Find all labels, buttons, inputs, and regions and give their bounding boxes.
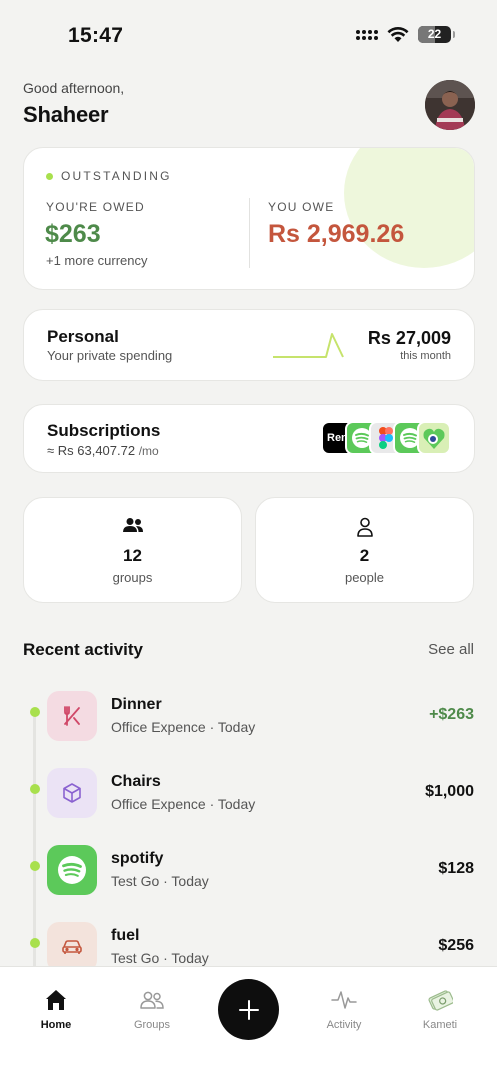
status-dot	[46, 173, 53, 180]
home-icon	[16, 987, 96, 1013]
subscriptions-card[interactable]: Subscriptions ≈ Rs 63,407.72 /mo Ren	[23, 404, 475, 473]
person-icon	[256, 517, 473, 537]
see-all-link[interactable]: See all	[428, 641, 474, 658]
activity-pulse-icon	[304, 987, 384, 1013]
balance-card[interactable]: OUTSTANDING YOU'RE OWED $263 +1 more cur…	[23, 147, 475, 290]
groups-stat-card[interactable]: 12 groups	[23, 497, 242, 603]
nav-kameti-label: Kameti	[422, 1019, 458, 1031]
sparkline-chart	[273, 333, 344, 358]
greeting: Good afternoon,	[23, 80, 125, 96]
activity-amount: +$263	[429, 706, 474, 723]
personal-period: this month	[400, 350, 451, 362]
people-label: people	[344, 570, 385, 585]
owe-value: Rs 2,969.26	[268, 220, 405, 248]
avatar[interactable]	[425, 80, 475, 130]
activity-amount: $1,000	[425, 783, 474, 800]
subscriptions-title: Subscriptions	[47, 421, 161, 440]
owed-more-currency[interactable]: +1 more currency	[46, 253, 148, 268]
people-stat-card[interactable]: 2 people	[255, 497, 474, 603]
battery-icon: 22	[418, 26, 455, 43]
nav-groups-label: Groups	[133, 1019, 171, 1031]
groups-count: 12	[123, 546, 142, 565]
status-time: 15:47	[68, 24, 124, 47]
owe-label: YOU OWE	[268, 200, 335, 214]
subscriptions-amount: ≈ Rs 63,407.72 /mo	[47, 443, 159, 458]
outstanding-label: OUTSTANDING	[61, 169, 172, 183]
status-bar: 15:47 22	[0, 0, 497, 70]
nav-groups[interactable]: Groups	[112, 987, 192, 1031]
cube-icon	[47, 768, 97, 818]
timeline-dot	[30, 784, 40, 794]
activity-amount: $128	[438, 860, 474, 877]
nav-home-label: Home	[40, 1019, 72, 1031]
subscriptions-period: /mo	[138, 444, 159, 458]
groups-icon	[112, 987, 192, 1013]
owed-label: YOU'RE OWED	[46, 200, 145, 214]
recent-activity-title: Recent activity	[23, 640, 143, 659]
add-button[interactable]	[218, 979, 279, 1040]
nav-activity-label: Activity	[326, 1019, 362, 1031]
activity-meta: Test Go · Today	[111, 873, 209, 889]
groups-label: groups	[112, 570, 153, 585]
money-icon	[400, 987, 480, 1013]
cellular-signal-icon	[356, 29, 378, 40]
owed-value: $263	[45, 220, 101, 248]
activity-name: Dinner	[111, 696, 162, 713]
timeline-dot	[30, 707, 40, 717]
timeline-dot	[30, 861, 40, 871]
subscription-icons: Ren	[321, 421, 451, 455]
groups-icon	[24, 517, 241, 537]
nav-kameti[interactable]: Kameti	[400, 987, 480, 1031]
activity-item-chairs[interactable]: Chairs Office Expence · Today $1,000	[0, 768, 497, 828]
fork-knife-icon	[47, 691, 97, 741]
status-icons: 22	[356, 26, 455, 43]
activity-item-spotify[interactable]: spotify Test Go · Today $128	[0, 845, 497, 905]
personal-card[interactable]: Personal Your private spending Rs 27,009…	[23, 309, 475, 381]
people-count: 2	[359, 546, 370, 565]
plus-icon	[238, 999, 259, 1020]
battery-level: 22	[427, 27, 442, 41]
wifi-icon	[387, 26, 409, 42]
timeline-dot	[30, 938, 40, 948]
activity-meta: Office Expence · Today	[111, 796, 256, 812]
decorative-blob	[344, 148, 474, 268]
activity-name: fuel	[111, 927, 140, 944]
heart-shield-icon	[417, 421, 451, 455]
nav-home[interactable]: Home	[16, 987, 96, 1031]
personal-amount: Rs 27,009	[367, 328, 451, 348]
activity-name: Chairs	[111, 773, 161, 790]
subscriptions-total: ≈ Rs 63,407.72	[47, 443, 136, 458]
divider	[249, 198, 250, 268]
nav-activity[interactable]: Activity	[304, 987, 384, 1031]
activity-meta: Office Expence · Today	[111, 719, 256, 735]
activity-meta: Test Go · Today	[111, 950, 209, 966]
activity-amount: $256	[438, 937, 474, 954]
personal-title: Personal	[47, 327, 119, 346]
activity-item-dinner[interactable]: Dinner Office Expence · Today +$263	[0, 691, 497, 751]
car-icon	[47, 922, 97, 972]
spotify-icon	[47, 845, 97, 895]
activity-name: spotify	[111, 850, 164, 867]
personal-subtitle: Your private spending	[47, 348, 173, 363]
username: Shaheer	[23, 102, 109, 127]
bottom-navigation: Home Groups Activity Kameti	[0, 966, 497, 1080]
